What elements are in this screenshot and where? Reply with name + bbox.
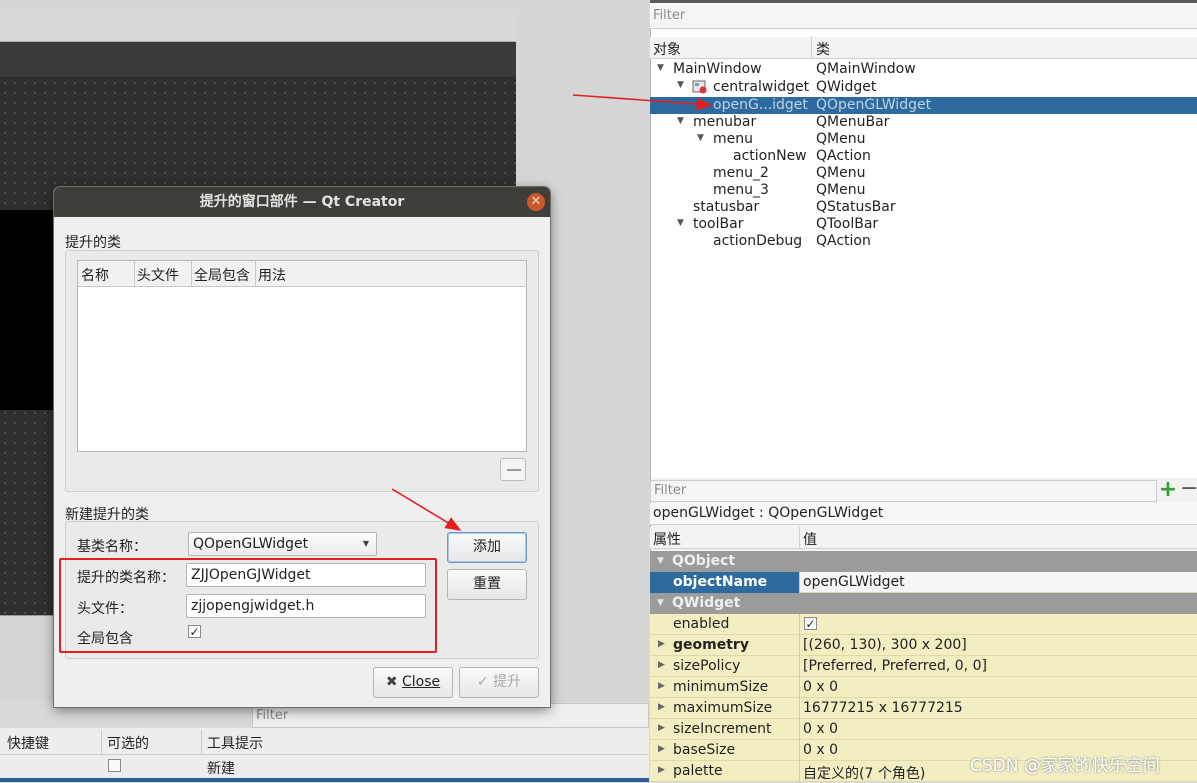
arrow-to-openglwidget (572, 94, 713, 111)
arrow-to-add-button (391, 488, 462, 531)
annotation-arrows (391, 94, 713, 531)
